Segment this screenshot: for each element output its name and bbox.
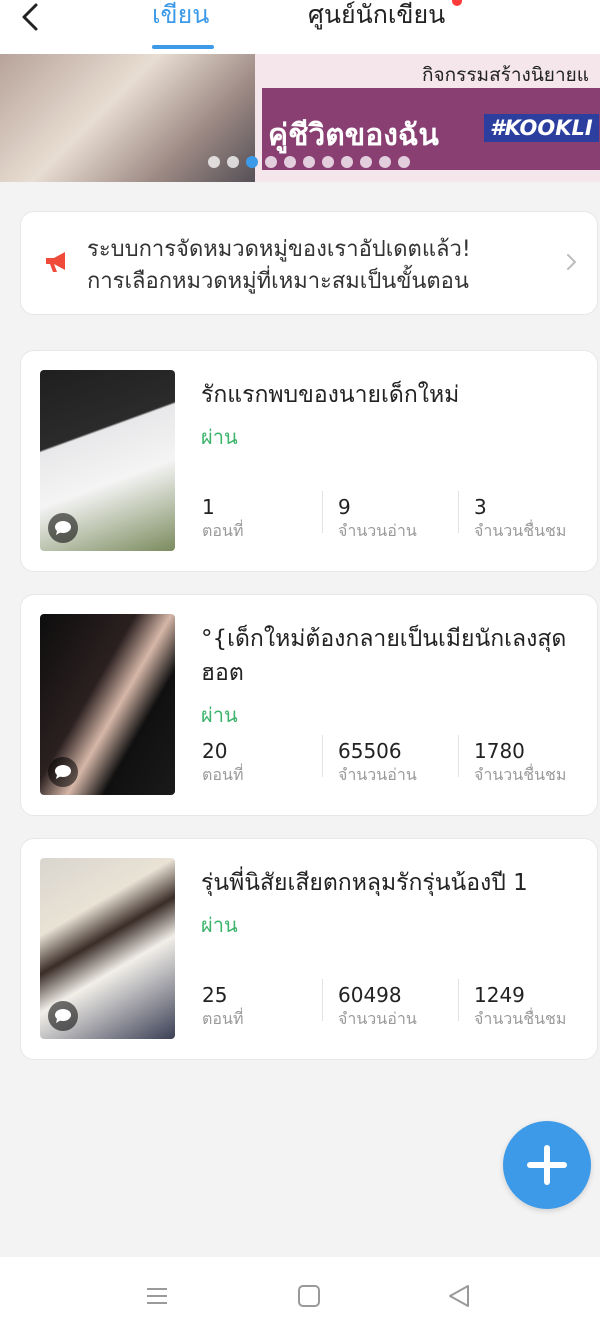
tab-writer-center[interactable]: ศูนย์นักเขียน <box>308 0 445 32</box>
divider <box>458 491 459 533</box>
reads-label: จำนวนอ่าน <box>338 1009 417 1028</box>
carousel-dot[interactable] <box>227 156 239 168</box>
episodes-label: ตอนที่ <box>202 765 244 784</box>
episodes-value: 1 <box>202 495 215 519</box>
notice-text: ระบบการจัดหมวดหมู่ของเราอัปเดตแล้ว! การเ… <box>87 234 471 298</box>
reads-value: 9 <box>338 495 351 519</box>
category-update-notice[interactable]: ระบบการจัดหมวดหมู่ของเราอัปเดตแล้ว! การเ… <box>20 211 598 315</box>
megaphone-icon <box>46 252 65 272</box>
carousel-dot[interactable] <box>398 156 410 168</box>
carousel-dot[interactable] <box>284 156 296 168</box>
divider <box>322 735 323 777</box>
carousel-dot[interactable] <box>360 156 372 168</box>
home-square-icon[interactable] <box>294 1281 324 1311</box>
likes-label: จำนวนชื่นชม <box>474 521 567 540</box>
tab-write[interactable]: เขียน <box>152 0 209 32</box>
carousel-dot[interactable] <box>379 156 391 168</box>
divider <box>322 979 323 1021</box>
carousel-dot[interactable] <box>208 156 220 168</box>
work-title: รุ่นพี่นิสัยเสียตกหลุมรักรุ่นน้องปี 1 <box>201 870 528 896</box>
menu-icon[interactable] <box>142 1281 172 1311</box>
divider <box>458 735 459 777</box>
stat-reads: 9 จำนวนอ่าน <box>338 494 417 542</box>
work-card[interactable]: รุ่นพี่นิสัยเสียตกหลุมรักรุ่นน้องปี 1 ผ่… <box>20 838 598 1060</box>
reads-value: 65506 <box>338 739 402 763</box>
system-nav-bar <box>0 1257 600 1335</box>
work-card[interactable]: รักแรกพบของนายเด็กใหม่ ผ่าน 1 ตอนที่ 9 จ… <box>20 350 598 572</box>
divider <box>458 979 459 1021</box>
carousel-dot[interactable] <box>246 156 258 168</box>
likes-value: 1249 <box>474 983 525 1007</box>
likes-value: 3 <box>474 495 487 519</box>
episodes-label: ตอนที่ <box>202 1009 244 1028</box>
work-title: รักแรกพบของนายเด็กใหม่ <box>201 382 460 408</box>
carousel-dot[interactable] <box>265 156 277 168</box>
promo-banner[interactable]: กิจกรรมสร้างนิยายแ คู่ชีวิตของฉัน #KOOKL… <box>0 54 600 182</box>
stat-likes: 1780 จำนวนชื่นชม <box>474 738 566 786</box>
top-bar: เขียน ศูนย์นักเขียน <box>0 0 600 54</box>
back-button[interactable] <box>12 0 48 36</box>
notification-dot <box>452 0 462 6</box>
work-status: ผ่าน <box>201 425 238 449</box>
carousel-dot[interactable] <box>322 156 334 168</box>
banner-title: คู่ชีวิตของฉัน <box>268 118 439 153</box>
work-card[interactable]: °{เด็กใหม่ต้องกลายเป็นเมียนักเลงสุดฮอต ผ… <box>20 594 598 816</box>
comment-bubble-icon <box>48 757 78 787</box>
divider <box>322 491 323 533</box>
comment-bubble-icon <box>48 1001 78 1031</box>
carousel-dot[interactable] <box>341 156 353 168</box>
active-tab-indicator <box>152 45 214 49</box>
stat-reads: 65506 จำนวนอ่าน <box>338 738 417 786</box>
episodes-value: 25 <box>202 983 228 1007</box>
stat-episodes: 20 ตอนที่ <box>202 738 243 786</box>
stat-episodes: 25 ตอนที่ <box>202 982 243 1030</box>
banner-hashtag: #KOOKLI <box>484 114 599 142</box>
likes-label: จำนวนชื่นชม <box>474 765 567 784</box>
work-cover-image <box>40 858 175 1039</box>
notice-line-2: การเลือกหมวดหมู่ที่เหมาะสมเป็นขั้นตอน <box>87 269 469 294</box>
back-triangle-icon[interactable] <box>444 1281 474 1311</box>
work-cover-image <box>40 614 175 795</box>
work-status: ผ่าน <box>201 913 238 937</box>
episodes-value: 20 <box>202 739 228 763</box>
stat-episodes: 1 ตอนที่ <box>202 494 243 542</box>
likes-value: 1780 <box>474 739 525 763</box>
reads-value: 60498 <box>338 983 402 1007</box>
reads-label: จำนวนอ่าน <box>338 765 417 784</box>
reads-label: จำนวนอ่าน <box>338 521 417 540</box>
episodes-label: ตอนที่ <box>202 521 244 540</box>
chevron-right-icon <box>567 254 576 270</box>
carousel-dots <box>208 156 410 168</box>
stat-reads: 60498 จำนวนอ่าน <box>338 982 417 1030</box>
stat-likes: 3 จำนวนชื่นชม <box>474 494 566 542</box>
likes-label: จำนวนชื่นชม <box>474 1009 567 1028</box>
carousel-dot[interactable] <box>303 156 315 168</box>
back-arrow-icon <box>22 3 38 31</box>
work-status: ผ่าน <box>201 703 238 727</box>
comment-bubble-icon <box>48 513 78 543</box>
notice-line-1: ระบบการจัดหมวดหมู่ของเราอัปเดตแล้ว! <box>87 237 471 262</box>
banner-top-text: กิจกรรมสร้างนิยายแ <box>422 64 589 86</box>
stat-likes: 1249 จำนวนชื่นชม <box>474 982 566 1030</box>
add-work-button[interactable] <box>503 1121 591 1209</box>
work-title: °{เด็กใหม่ต้องกลายเป็นเมียนักเลงสุดฮอต <box>201 626 567 686</box>
work-cover-image <box>40 370 175 551</box>
